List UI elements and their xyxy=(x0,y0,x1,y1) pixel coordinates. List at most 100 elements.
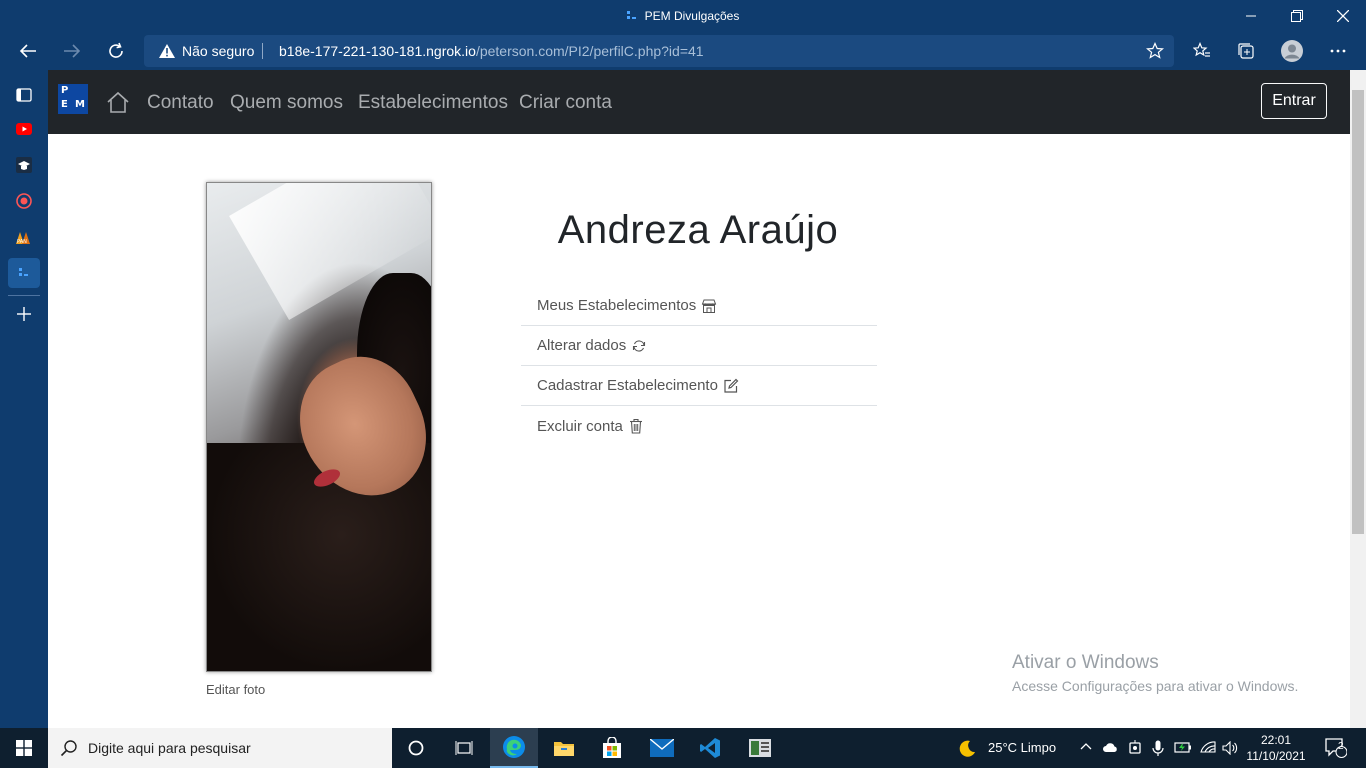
trash-icon xyxy=(629,418,642,434)
profile-name: Andreza Araújo xyxy=(557,208,839,252)
web-page: P E M Contato Quem somos Estabelecimento… xyxy=(48,70,1350,728)
battery-icon[interactable] xyxy=(1174,741,1192,755)
cloud-sync-icon[interactable] xyxy=(1102,741,1118,755)
microphone-icon[interactable] xyxy=(1152,740,1164,756)
security-label[interactable]: Não seguro xyxy=(182,43,254,59)
volume-icon[interactable] xyxy=(1222,741,1238,755)
plus-icon xyxy=(17,307,31,321)
edge-icon xyxy=(503,736,525,758)
graduation-cap-icon xyxy=(16,157,32,173)
task-view-icon xyxy=(455,741,473,755)
pages-logo-icon: PAN xyxy=(16,232,30,244)
browser-toolbar: Não seguro b18e-177-221-130-181.ngrok.io… xyxy=(0,32,1366,70)
restore-button[interactable] xyxy=(1274,0,1320,32)
tab-actions-button[interactable] xyxy=(8,80,40,110)
windows-logo-icon xyxy=(16,740,32,756)
avatar-icon xyxy=(1281,40,1303,62)
url-text[interactable]: b18e-177-221-130-181.ngrok.io/peterson.c… xyxy=(279,43,704,59)
window-title: PEM Divulgações xyxy=(0,9,1366,23)
settings-menu-button[interactable] xyxy=(1323,36,1353,66)
taskbar-search-box[interactable]: Digite aqui para pesquisar xyxy=(48,728,392,768)
refresh-icon xyxy=(633,339,646,352)
site-favicon-icon xyxy=(626,11,636,19)
tab-school[interactable] xyxy=(8,150,40,180)
more-options-icon xyxy=(1330,49,1346,53)
back-arrow-icon xyxy=(19,44,36,58)
windows-taskbar: Digite aqui para pesquisar 25°C Limpo 22… xyxy=(0,728,1366,768)
tab-actions-icon xyxy=(16,88,32,102)
shop-icon xyxy=(702,299,717,313)
device-icon[interactable] xyxy=(1128,740,1142,756)
tabs-divider xyxy=(8,295,40,296)
close-icon xyxy=(1337,10,1349,22)
youtube-icon xyxy=(16,123,32,135)
taskbar-file-explorer[interactable] xyxy=(540,728,588,768)
tab-pages[interactable]: PAN xyxy=(8,222,40,252)
address-separator xyxy=(262,43,263,59)
favorites-icon xyxy=(1193,42,1210,57)
svg-text:PAN: PAN xyxy=(17,239,27,244)
edit-icon xyxy=(724,378,739,393)
login-button[interactable]: Entrar xyxy=(1261,83,1327,119)
tab-youtube[interactable] xyxy=(8,114,40,144)
folder-icon xyxy=(554,742,574,756)
forward-button[interactable] xyxy=(57,36,87,66)
nav-link-estabelecimentos[interactable]: Estabelecimentos xyxy=(358,92,508,114)
notification-count: 2 xyxy=(1338,741,1344,752)
tab-record[interactable] xyxy=(8,186,40,216)
minimize-icon xyxy=(1246,15,1256,17)
app-window-icon xyxy=(749,739,771,757)
profile-button[interactable] xyxy=(1277,36,1307,66)
collections-button[interactable] xyxy=(1231,36,1261,66)
taskbar-store[interactable] xyxy=(588,728,636,768)
taskbar-edge[interactable] xyxy=(490,728,538,768)
nav-link-contato[interactable]: Contato xyxy=(147,92,214,114)
back-button[interactable] xyxy=(13,36,43,66)
page-scrollbar[interactable] xyxy=(1350,70,1366,728)
cortana-icon xyxy=(408,740,424,756)
store-icon xyxy=(603,737,621,758)
profile-photo[interactable] xyxy=(206,182,432,672)
weather-text[interactable]: 25°C Limpo xyxy=(988,740,1056,755)
refresh-button[interactable] xyxy=(101,36,131,66)
site-logo[interactable]: P E M xyxy=(58,84,88,114)
favorites-button[interactable] xyxy=(1187,36,1217,66)
home-icon[interactable] xyxy=(106,90,130,114)
menu-item-meus-estabelecimentos[interactable]: Meus Estabelecimentos xyxy=(521,286,877,326)
minimize-button[interactable] xyxy=(1228,0,1274,32)
taskbar-vscode[interactable] xyxy=(686,728,734,768)
close-button[interactable] xyxy=(1320,0,1366,32)
nav-link-criar-conta[interactable]: Criar conta xyxy=(519,92,612,114)
edit-photo-link[interactable]: Editar foto xyxy=(206,682,265,697)
site-navbar: P E M Contato Quem somos Estabelecimento… xyxy=(48,70,1350,134)
restore-icon xyxy=(1291,10,1303,22)
taskbar-mail[interactable] xyxy=(638,728,686,768)
scrollbar-thumb[interactable] xyxy=(1352,90,1364,534)
profile-menu: Meus Estabelecimentos Alterar dados Cada… xyxy=(521,286,877,446)
menu-item-alterar-dados[interactable]: Alterar dados xyxy=(521,326,877,366)
browser-title-bar: PEM Divulgações xyxy=(0,0,1366,32)
pem-favicon-icon xyxy=(19,268,28,276)
address-bar[interactable]: Não seguro b18e-177-221-130-181.ngrok.io… xyxy=(144,35,1174,67)
search-icon xyxy=(60,740,77,757)
warning-icon xyxy=(159,44,175,58)
windows-activation-watermark: Ativar o Windows Acesse Configurações pa… xyxy=(1012,652,1299,694)
mail-icon xyxy=(650,739,674,757)
notifications-button[interactable]: 2 xyxy=(1316,728,1356,768)
start-button[interactable] xyxy=(0,728,48,768)
refresh-icon xyxy=(109,42,123,58)
nav-link-quem-somos[interactable]: Quem somos xyxy=(230,92,343,114)
cortana-button[interactable] xyxy=(392,728,440,768)
wifi-icon[interactable] xyxy=(1200,740,1216,754)
taskbar-app[interactable] xyxy=(736,728,784,768)
add-favorite-icon[interactable] xyxy=(1146,42,1164,60)
new-tab-button[interactable] xyxy=(8,299,40,329)
record-icon xyxy=(16,193,32,209)
menu-item-excluir-conta[interactable]: Excluir conta xyxy=(521,406,877,446)
chevron-up-icon[interactable] xyxy=(1080,742,1092,750)
tab-pem-divulgacoes[interactable] xyxy=(8,258,40,288)
task-view-button[interactable] xyxy=(440,728,488,768)
menu-item-cadastrar-estabelecimento[interactable]: Cadastrar Estabelecimento xyxy=(521,366,877,406)
forward-arrow-icon xyxy=(64,44,81,58)
system-clock[interactable]: 22:01 11/10/2021 xyxy=(1240,732,1312,764)
